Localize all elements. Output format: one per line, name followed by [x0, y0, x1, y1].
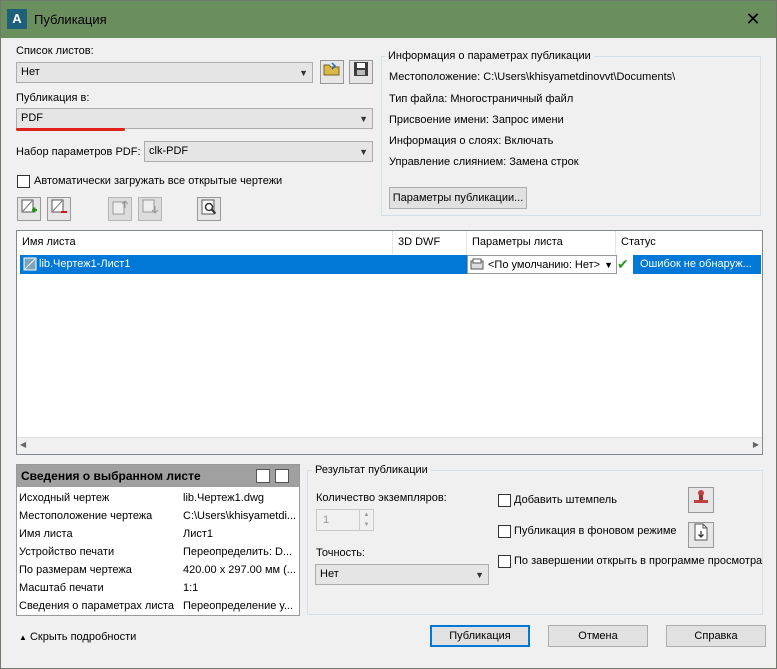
publish-to-label: Публикация в:: [16, 92, 90, 104]
details-title: Сведения о выбранном листе: [21, 469, 201, 483]
details-row: Имя листа Лист1: [19, 528, 214, 540]
details-header: Сведения о выбранном листе: [17, 465, 299, 487]
hide-details-link[interactable]: ▲ Скрыть подробности: [19, 631, 136, 643]
details-row: Масштаб печати 1:1: [19, 582, 199, 594]
publish-to-select[interactable]: PDF ▼: [16, 108, 373, 129]
red-underline-annotation: [16, 128, 125, 131]
pdf-preset-value: clk-PDF: [149, 145, 189, 157]
page-setup-value: <По умолчанию: Нет>: [488, 259, 601, 271]
page-setup-dropdown[interactable]: <По умолчанию: Нет> ▼: [467, 255, 617, 274]
details-row: По размерам чертежа 420.00 x 297.00 мм (…: [19, 564, 296, 576]
copies-label: Количество экземпляров:: [316, 492, 447, 504]
column-header-page-setup[interactable]: Параметры листа: [467, 231, 616, 254]
precision-select[interactable]: Нет ▼: [315, 564, 489, 585]
info-layers: Информация о слоях: Включать: [389, 135, 554, 147]
details-row: Сведения о параметрах листа Переопределе…: [19, 600, 293, 612]
checkmark-icon: ✔: [617, 255, 633, 274]
open-viewer-label: По завершении открыть в программе просмо…: [514, 555, 763, 567]
scroll-left-icon[interactable]: ◀: [20, 440, 26, 449]
sheet-name-cell: lib.Чертеж1-Лист1: [39, 258, 131, 270]
open-folder-icon: [323, 62, 340, 76]
add-stamp-label: Добавить штемпель: [514, 494, 617, 506]
load-sheet-list-icon[interactable]: [320, 60, 344, 84]
info-merge: Управление слиянием: Замена строк: [389, 156, 579, 168]
sheet-icon: [23, 255, 37, 274]
auto-load-checkbox[interactable]: [17, 175, 30, 188]
details-row: Местоположение чертежа C:\Users\khisyame…: [19, 510, 297, 522]
copy-details-icon[interactable]: [256, 469, 270, 483]
sheet-list-label: Список листов:: [16, 45, 94, 57]
info-naming: Присвоение имени: Запрос имени: [389, 114, 564, 126]
hide-details-label: Скрыть подробности: [29, 631, 137, 643]
sheet-list-select[interactable]: Нет ▼: [16, 62, 313, 83]
cancel-button[interactable]: Отмена: [548, 625, 648, 647]
add-sheets-icon[interactable]: [17, 197, 41, 221]
close-icon[interactable]: ✕: [736, 5, 770, 33]
copies-value: 1: [323, 514, 330, 526]
window-title: Публикация: [34, 12, 107, 27]
pdf-preset-select[interactable]: clk-PDF ▼: [144, 141, 373, 162]
save-sheet-list-icon[interactable]: [349, 60, 373, 84]
help-button[interactable]: Справка: [666, 625, 766, 647]
sheets-table: Имя листа 3D DWF Параметры листа Статус …: [16, 230, 763, 455]
details-row: Исходный чертеж lib.Чертеж1.dwg: [19, 492, 265, 504]
background-publish-checkbox[interactable]: [498, 525, 511, 538]
open-viewer-checkbox[interactable]: [498, 555, 511, 568]
preview-icon[interactable]: [197, 197, 221, 221]
chevron-down-icon: ▼: [604, 260, 613, 270]
add-stamp-checkbox[interactable]: [498, 494, 511, 507]
info-file-type: Тип файла: Многостраничный файл: [389, 93, 574, 105]
publish-options-button[interactable]: Параметры публикации...: [389, 187, 527, 209]
selected-sheet-details: Сведения о выбранном листе Исходный черт…: [16, 464, 300, 616]
chevron-down-icon: ▼: [359, 114, 368, 124]
title-bar[interactable]: A Публикация ✕: [1, 1, 776, 38]
floppy-disk-icon: [354, 62, 368, 76]
stepper-arrows-icon[interactable]: ▲ ▼: [359, 510, 373, 530]
details-preview-icon[interactable]: [275, 469, 289, 483]
info-location: Местоположение: C:\Users\khisyametdinovv…: [389, 71, 676, 83]
move-sheet-up-icon[interactable]: [108, 197, 132, 221]
page-setup-icon: [470, 256, 484, 273]
publish-to-value: PDF: [21, 112, 43, 124]
auto-load-label: Автоматически загружать все открытые чер…: [34, 175, 283, 187]
column-header-3d-dwf[interactable]: 3D DWF: [393, 231, 467, 254]
status-cell: Ошибок не обнаруж...: [640, 258, 752, 270]
chevron-down-icon: ▼: [475, 570, 484, 580]
publish-info-title: Информация о параметрах публикации: [385, 50, 594, 62]
precision-label: Точность:: [316, 547, 365, 559]
pdf-preset-label: Набор параметров PDF:: [16, 146, 141, 158]
publish-result-title: Результат публикации: [312, 464, 431, 476]
table-row[interactable]: lib.Чертеж1-Лист1 <По умолчанию: Нет> ▼ …: [20, 255, 761, 274]
dwf-cell: [397, 255, 467, 274]
chevron-up-icon: ▲: [19, 633, 27, 642]
remove-sheets-icon[interactable]: [47, 197, 71, 221]
chevron-down-icon: ▼: [359, 147, 368, 157]
precision-value: Нет: [320, 568, 339, 580]
copies-stepper[interactable]: 1 ▲ ▼: [316, 509, 374, 531]
column-header-status[interactable]: Статус: [616, 231, 762, 254]
publish-button[interactable]: Публикация: [430, 625, 530, 647]
sheet-list-value: Нет: [21, 66, 40, 78]
app-logo-icon: A: [7, 9, 27, 29]
publish-dialog: A Публикация ✕ Список листов: Нет ▼ Публ…: [0, 0, 777, 669]
stamp-settings-icon[interactable]: [688, 487, 714, 513]
horizontal-scrollbar[interactable]: ◀ ▶: [17, 437, 762, 454]
chevron-down-icon: ▼: [299, 68, 308, 78]
background-publish-label: Публикация в фоновом режиме: [514, 525, 677, 537]
move-sheet-down-icon[interactable]: [138, 197, 162, 221]
column-header-sheet-name[interactable]: Имя листа: [17, 231, 393, 254]
background-settings-icon[interactable]: [688, 522, 714, 548]
details-row: Устройство печати Переопределить: D...: [19, 546, 293, 558]
scroll-right-icon[interactable]: ▶: [753, 440, 759, 449]
